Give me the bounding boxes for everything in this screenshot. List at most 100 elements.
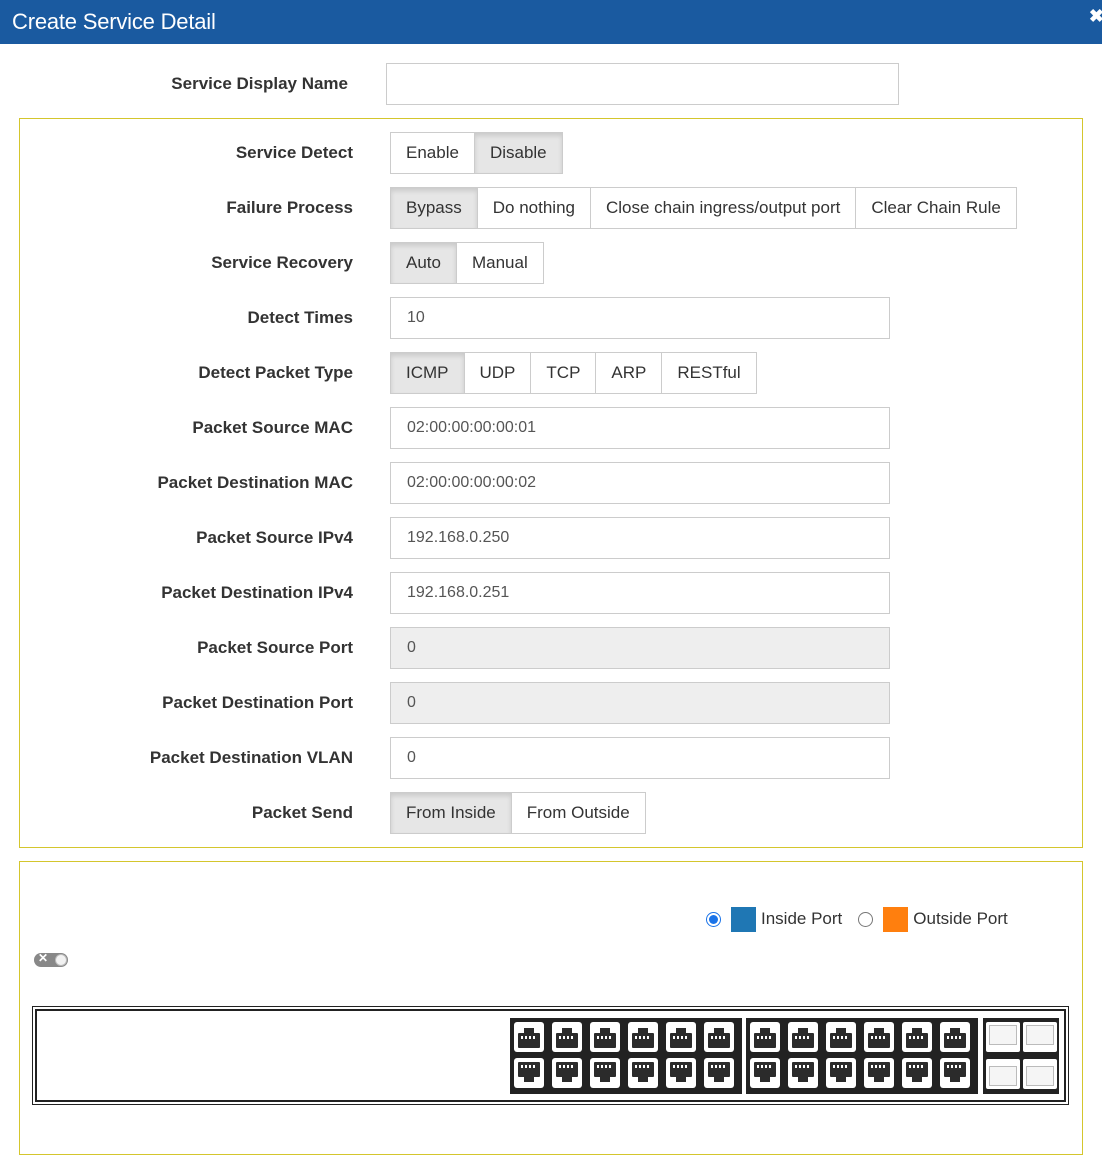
packet-destination-port-input xyxy=(390,682,890,724)
port-jack-icon xyxy=(518,1028,540,1048)
failure-close-chain-button[interactable]: Close chain ingress/output port xyxy=(589,187,857,229)
detect-packet-type-label: Detect Packet Type xyxy=(198,363,353,382)
packet-destination-port-label: Packet Destination Port xyxy=(162,693,353,712)
rj45-port-17[interactable] xyxy=(902,1022,932,1052)
packet-type-restful-button[interactable]: RESTful xyxy=(661,352,757,394)
port-jack-icon xyxy=(868,1028,890,1048)
outside-port-label: Outside Port xyxy=(913,909,1008,928)
port-jack-icon xyxy=(594,1028,616,1048)
rj45-port-21[interactable] xyxy=(826,1058,856,1088)
service-detect-disable-button[interactable]: Disable xyxy=(473,132,563,174)
dialog-title: Create Service Detail xyxy=(12,9,216,34)
packet-source-mac-input[interactable] xyxy=(390,407,890,449)
rj45-port-2[interactable] xyxy=(552,1022,582,1052)
rj45-port-11[interactable] xyxy=(666,1058,696,1088)
rj45-port-20[interactable] xyxy=(788,1058,818,1088)
toggle-off-icon: ✕ xyxy=(38,951,49,965)
rj45-port-9[interactable] xyxy=(590,1058,620,1088)
packet-type-icmp-button[interactable]: ICMP xyxy=(390,352,465,394)
port-view-toggle[interactable]: ✕ xyxy=(34,951,68,967)
detect-times-input[interactable] xyxy=(390,297,890,339)
port-jack-icon xyxy=(830,1028,852,1048)
inside-port-swatch xyxy=(731,906,756,932)
packet-type-arp-button[interactable]: ARP xyxy=(595,352,663,394)
packet-destination-vlan-input[interactable] xyxy=(390,737,890,779)
rj45-port-24[interactable] xyxy=(940,1058,970,1088)
rj45-port-15[interactable] xyxy=(826,1022,856,1052)
packet-destination-ipv4-input[interactable] xyxy=(390,572,890,614)
recovery-manual-button[interactable]: Manual xyxy=(455,242,544,284)
packet-destination-ipv4-label: Packet Destination IPv4 xyxy=(161,583,353,602)
packet-type-udp-button[interactable]: UDP xyxy=(463,352,532,394)
dialog-titlebar: Create Service Detail ✖ xyxy=(0,0,1102,44)
sfp-port-3[interactable] xyxy=(986,1059,1020,1089)
failure-bypass-button[interactable]: Bypass xyxy=(390,187,478,229)
packet-type-tcp-button[interactable]: TCP xyxy=(530,352,597,394)
packet-destination-mac-label: Packet Destination MAC xyxy=(157,473,353,492)
packet-source-port-label: Packet Source Port xyxy=(197,638,353,657)
rj45-port-18[interactable] xyxy=(940,1022,970,1052)
send-from-outside-button[interactable]: From Outside xyxy=(510,792,646,834)
port-jack-icon xyxy=(670,1028,692,1048)
rj45-port-8[interactable] xyxy=(552,1058,582,1088)
port-jack-icon xyxy=(944,1062,966,1082)
service-detect-label: Service Detect xyxy=(235,143,353,162)
rj45-port-22[interactable] xyxy=(864,1058,894,1088)
sfp-port-1[interactable] xyxy=(986,1022,1020,1052)
outside-port-swatch xyxy=(883,906,909,932)
display-name-input[interactable] xyxy=(386,63,899,105)
toggle-knob xyxy=(55,954,67,966)
recovery-auto-button[interactable]: Auto xyxy=(390,242,457,284)
port-jack-icon xyxy=(906,1062,928,1082)
sfp-slot-icon xyxy=(989,1025,1017,1045)
port-jack-icon xyxy=(754,1028,776,1048)
packet-destination-mac-input[interactable] xyxy=(390,462,890,504)
port-jack-icon xyxy=(670,1062,692,1082)
rj45-port-6[interactable] xyxy=(704,1022,734,1052)
inside-port-label: Inside Port xyxy=(761,909,843,928)
packet-source-port-input xyxy=(390,627,890,669)
packet-destination-vlan-label: Packet Destination VLAN xyxy=(149,748,353,767)
rj45-port-16[interactable] xyxy=(864,1022,894,1052)
packet-source-mac-label: Packet Source MAC xyxy=(192,418,353,437)
port-legend: Inside Port Outside Port xyxy=(706,906,1008,932)
port-jack-icon xyxy=(594,1062,616,1082)
inside-port-radio[interactable] xyxy=(706,911,721,927)
service-recovery-toggle: Auto Manual xyxy=(390,242,544,284)
failure-do-nothing-button[interactable]: Do nothing xyxy=(476,187,591,229)
packet-send-label: Packet Send xyxy=(251,803,353,822)
rj45-port-5[interactable] xyxy=(666,1022,696,1052)
failure-clear-rule-button[interactable]: Clear Chain Rule xyxy=(855,187,1017,229)
rj45-port-4[interactable] xyxy=(628,1022,658,1052)
send-from-inside-button[interactable]: From Inside xyxy=(390,792,512,834)
rj45-port-19[interactable] xyxy=(750,1058,780,1088)
rj45-port-12[interactable] xyxy=(704,1058,734,1088)
close-icon[interactable]: ✖ xyxy=(1089,6,1102,27)
packet-source-ipv4-input[interactable] xyxy=(390,517,890,559)
port-jack-icon xyxy=(868,1062,890,1082)
port-jack-icon xyxy=(792,1028,814,1048)
service-detect-enable-button[interactable]: Enable xyxy=(390,132,475,174)
rj45-port-7[interactable] xyxy=(514,1058,544,1088)
switch-faceplate-inner xyxy=(35,1009,1066,1102)
detect-packet-type-toggle: ICMP UDP TCP ARP RESTful xyxy=(390,352,757,394)
port-jack-icon xyxy=(556,1062,578,1082)
sfp-port-4[interactable] xyxy=(1023,1059,1057,1089)
port-jack-icon xyxy=(944,1028,966,1048)
port-jack-icon xyxy=(830,1062,852,1082)
rj45-port-10[interactable] xyxy=(628,1058,658,1088)
rj45-port-1[interactable] xyxy=(514,1022,544,1052)
sfp-port-group xyxy=(983,1018,1059,1094)
rj45-port-14[interactable] xyxy=(788,1022,818,1052)
service-detect-toggle: Enable Disable xyxy=(390,132,563,174)
rj45-port-group xyxy=(746,1018,978,1094)
rj45-port-group xyxy=(510,1018,742,1094)
port-jack-icon xyxy=(632,1028,654,1048)
service-recovery-label: Service Recovery xyxy=(211,253,353,272)
rj45-port-23[interactable] xyxy=(902,1058,932,1088)
rj45-port-13[interactable] xyxy=(750,1022,780,1052)
outside-port-radio[interactable] xyxy=(858,911,874,927)
rj45-port-3[interactable] xyxy=(590,1022,620,1052)
sfp-port-2[interactable] xyxy=(1023,1022,1057,1052)
failure-process-label: Failure Process xyxy=(226,198,353,217)
